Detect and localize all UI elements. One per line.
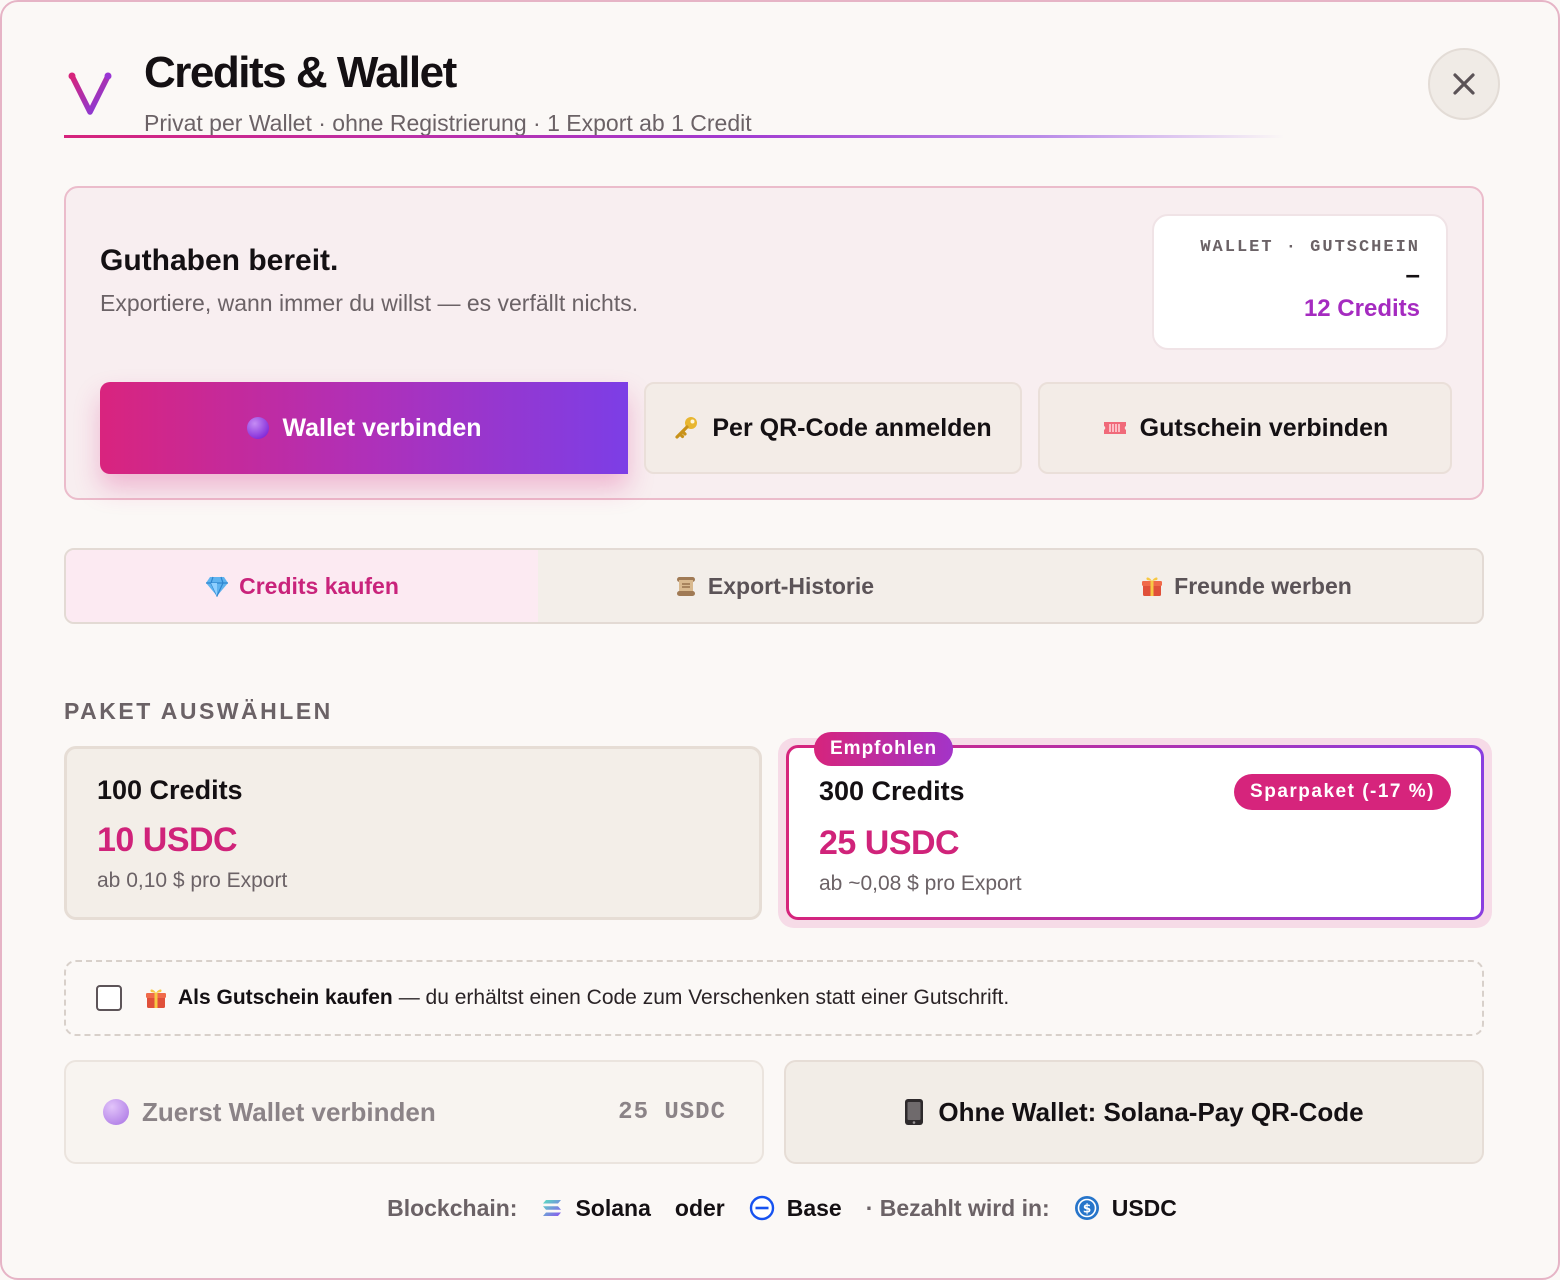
svg-text:$: $ [1083,1202,1091,1216]
gift-icon [1140,574,1164,598]
status-heading: Guthaben bereit. [100,244,339,277]
package-card-100[interactable]: 100 Credits 10 USDC ab 0,10 $ pro Export [64,746,762,920]
balance-wallet-value: – [1405,259,1420,289]
close-icon [1453,73,1475,95]
tab-label: Credits kaufen [239,572,399,599]
dialog-frame: Credits & Wallet Privat per Wallet · ohn… [0,0,1560,1280]
scroll-icon [674,574,698,598]
package-card-300[interactable]: 300 Credits 25 USDC ab ~0,08 $ pro Expor… [786,745,1484,920]
gift-option-text: — du erhältst einen Code zum Verschenken… [398,986,1010,1009]
page-subtitle: Privat per Wallet · ohne Registrierung ·… [144,110,752,136]
title-underline [64,135,1284,138]
connect-voucher-label: Gutschein verbinden [1139,413,1389,442]
tab-label: Export-Historie [707,572,875,599]
qr-login-button[interactable]: Per QR-Code anmelden [644,382,1022,474]
gift-icon [144,986,168,1010]
package-price: 25 USDC [819,824,960,862]
balance-credits-value: 12 Credits [1303,295,1420,322]
tab-bar: Credits kaufen Export-Historie Freunde w… [64,548,1484,624]
close-button[interactable] [1428,48,1500,120]
savings-badge: Sparpaket (-17 %) [1234,774,1451,810]
package-note: ab 0,10 $ pro Export [97,869,288,892]
connect-wallet-button[interactable]: Wallet verbinden [100,382,628,474]
solana-icon [541,1198,563,1218]
currency-usdc: USDC [1111,1194,1177,1221]
package-note: ab ~0,08 $ pro Export [819,872,1022,895]
page-title: Credits & Wallet [144,48,457,97]
payment-info-footer: Blockchain: Solana oder Base · Bezahlt w… [2,1190,1560,1226]
usdc-icon: $ [1074,1195,1100,1221]
balance-box: WALLET · GUTSCHEIN – 12 Credits [1152,214,1448,350]
key-icon [674,415,700,441]
gift-option-row[interactable]: Als Gutschein kaufen — du erhältst einen… [64,960,1484,1036]
purple-circle-icon [102,1098,130,1126]
blockchain-label: Blockchain: [387,1194,518,1221]
ticket-icon [1102,418,1128,438]
tab-refer-friends[interactable]: Freunde werben [1010,550,1482,622]
chain-base: Base [786,1194,842,1221]
solana-pay-qr-label: Ohne Wallet: Solana-Pay QR-Code [938,1096,1364,1127]
paid-in-label: · Bezahlt wird in: [865,1194,1050,1221]
qr-login-label: Per QR-Code anmelden [712,413,992,442]
mobile-phone-icon [904,1098,924,1126]
connect-voucher-button[interactable]: Gutschein verbinden [1038,382,1452,474]
chain-solana: Solana [575,1194,651,1221]
solana-pay-qr-button[interactable]: Ohne Wallet: Solana-Pay QR-Code [784,1060,1484,1164]
app-logo [64,68,116,120]
package-price: 10 USDC [97,821,238,859]
base-icon [749,1195,775,1221]
package-name: 300 Credits [819,776,965,806]
gift-option-title: Als Gutschein kaufen [178,986,393,1009]
gem-icon [205,575,229,597]
status-text: Exportiere, wann immer du willst — es ve… [100,290,639,316]
purple-circle-icon [246,416,270,440]
connect-wallet-label: Wallet verbinden [282,413,482,442]
recommended-badge: Empfohlen [814,732,954,766]
package-name: 100 Credits [97,775,243,805]
pay-button-amount: 25 USDC [618,1098,726,1126]
balance-status-card: Guthaben bereit. Exportiere, wann immer … [64,186,1484,500]
section-label-packages: PAKET AUSWÄHLEN [64,698,333,724]
chain-or: oder [674,1194,725,1221]
tab-label: Freunde werben [1174,572,1352,599]
tab-buy-credits[interactable]: Credits kaufen [66,550,538,622]
balance-label: WALLET · GUTSCHEIN [1200,238,1420,257]
pay-button-disabled[interactable]: Zuerst Wallet verbinden 25 USDC [64,1060,764,1164]
tab-export-history[interactable]: Export-Historie [538,550,1010,622]
gift-checkbox[interactable] [96,985,122,1011]
pay-button-label: Zuerst Wallet verbinden [142,1096,436,1127]
